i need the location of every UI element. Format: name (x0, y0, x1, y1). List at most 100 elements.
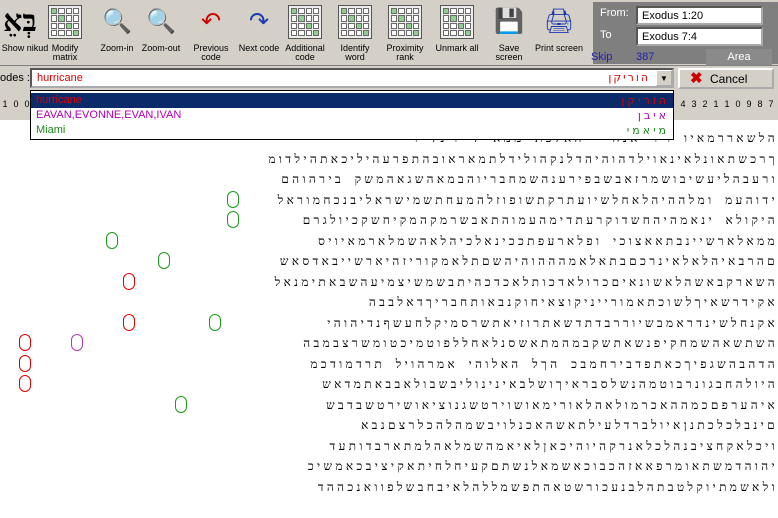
codes-label: odes : (0, 72, 30, 84)
matrix-row: הדהבהשגפיךכאתפדבירחמבכ הךל האלוהי אמרהוי… (310, 356, 778, 371)
letter-highlight (19, 354, 32, 372)
dropdown-item[interactable]: hurricane הוריקן (31, 93, 673, 108)
matrix-row: םינבלכלכתנןאיולברדלעילתאשהאכנלויבשמהלהכל… (361, 418, 778, 432)
letter-highlight (19, 375, 32, 392)
zoom-in-icon: 🔍 (102, 8, 132, 35)
to-input[interactable]: Exodus 7:4 (636, 27, 763, 46)
unmark-all-button[interactable]: Unmark all (432, 2, 482, 64)
codes-combobox[interactable]: hurricane הוריקן ▼ (30, 68, 674, 88)
matrix-row: אקנחלשינדראמבשיוררבדתדשאתרוזיאתשרסמיקלחע… (327, 315, 778, 330)
cancel-label: Cancel (710, 72, 748, 86)
dropdown-item[interactable]: Miami מיאמי (31, 123, 673, 138)
previous-code-button[interactable]: ↶ Previous code (186, 2, 236, 64)
letter-highlight (105, 231, 118, 249)
dropdown-item-label: hurricane (36, 94, 82, 106)
column-number: 9 (746, 99, 752, 109)
toolbar-label: Modify matrix (51, 43, 79, 62)
column-number: 1 (713, 99, 719, 109)
matrix-row: ורעבהליעשיבושמרזאבשבפירענהשמחבריוהבמאהשג… (281, 172, 778, 186)
toolbar-label: Save screen (495, 43, 523, 62)
dropdown-item-hebrew: מיאמי (626, 124, 669, 137)
column-number: 0 (735, 99, 741, 109)
matrix-row: היולהחבגונרבוטמהנשלסבראיךושלבאינינוליבשב… (322, 377, 778, 391)
skip-label: Skip (591, 51, 613, 63)
save-screen-icon: 💾 (494, 8, 524, 35)
next-code-button[interactable]: ↷ Next code (234, 2, 284, 64)
matrix-row: ךרכשתאונלאינאוילדהוהיהדלנקהולידלתמאראובה… (268, 151, 778, 166)
toolbar-label: Zoom-in (100, 43, 134, 53)
chevron-down-icon[interactable]: ▼ (656, 70, 672, 86)
matrix-row: יהוהדמשתאומרפאאזהכבוכאשמאלנשתםקעיחלחיתאק… (307, 459, 778, 473)
letter-highlight (226, 211, 239, 228)
zoom-out-button[interactable]: 🔍 Zoom-out (136, 2, 186, 64)
letter-highlight (226, 190, 239, 208)
toolbar-label: Identify word (340, 43, 370, 62)
skip-value: 387 (636, 51, 655, 63)
save-screen-button[interactable]: 💾 Save screen (484, 2, 534, 64)
column-number: 7 (768, 99, 774, 109)
from-label: From: (600, 7, 629, 19)
matrix-row: אקידרשאיךלשוכתאמורייניקוצאיחוקנבאותחבריך… (368, 295, 778, 309)
codes-hebrew: הוריקן (608, 71, 650, 84)
letter-highlight (19, 334, 32, 351)
to-label: To (600, 29, 612, 41)
area-button[interactable]: Area (706, 49, 772, 65)
dropdown-item-hebrew: הוריקן (621, 94, 669, 107)
print-screen-button[interactable]: 🖨 Print screen (534, 2, 584, 64)
from-input[interactable]: Exodus 1:20 (636, 6, 763, 25)
letter-highlight (174, 395, 187, 413)
matrix-row: םהרבאיהלאלאינרכםבתאלאמהההוהיהשםתלאמקוריז… (279, 254, 778, 268)
toolbar-label: Print screen (534, 43, 584, 53)
zoom-out-icon: 🔍 (146, 8, 176, 35)
letter-highlight (123, 272, 136, 290)
modify-matrix-icon (48, 5, 82, 39)
modify-matrix-button[interactable]: Modify matrix (40, 2, 90, 64)
matrix-row: השתשאהשמחקיפנשאתשקבמהמתאשסנלאחללפוטמיכטו… (303, 336, 778, 350)
cancel-button[interactable]: ✖ Cancel (678, 68, 774, 89)
next-code-icon: ↷ (248, 8, 270, 35)
column-number: 2 (702, 99, 708, 109)
codes-dropdown-list[interactable]: hurricane הוריקן EAVAN,EVONNE,EVAN,IVAN איב… (30, 90, 674, 140)
letter-matrix[interactable]: הלשאררמאיו ויר אנח יהאלכת ממא לייוינל וך… (0, 128, 778, 518)
column-number: 3 (691, 99, 697, 109)
column-numbers-right: 432110987 (674, 90, 778, 120)
dropdown-item-label: Miami (36, 124, 66, 136)
column-number: 1 (724, 99, 730, 109)
dropdown-item-label: EAVAN,EVONNE,EVAN,IVAN (36, 109, 182, 121)
column-number: 4 (680, 99, 686, 109)
matrix-row: ולאשמתיוקלטבתהלבנעכורשטאהתפשמללהלאיבחבשל… (317, 479, 778, 494)
previous-code-icon: ↶ (200, 8, 222, 35)
matrix-row: ויכלאקחציבנהלכלאנרקהיוהיכאןלאיאמהשמלאהלמ… (329, 438, 778, 453)
toolbar-label: Unmark all (435, 43, 479, 53)
codes-bar: odes : hurricane הוריקן ▼ ✖ Cancel (0, 66, 778, 90)
matrix-row: איהערפםכמההאכרמולאהלאורימאושוירטשגנוציאו… (326, 397, 778, 412)
toolbar: בְּאֵ Show nikud Modify matrix 🔍 Zoom-in 🔍 Zo… (0, 0, 778, 66)
toolbar-label: Zoom-out (141, 43, 181, 53)
toolbar-label: Previous code (193, 43, 229, 62)
toolbar-label: Proximity rank (386, 43, 424, 62)
toolbar-label: Next code (238, 43, 280, 53)
unmark-all-icon (440, 5, 474, 39)
matrix-row: ידוהעמ ומלההיהלאחלשיועתרקתשופוזלהמעחתשמי… (277, 192, 778, 207)
matrix-row: היקולא ינאמהיהחשדוקרעתדימהעמוהתאבשרמקהמק… (302, 213, 778, 227)
letter-highlight (123, 313, 136, 331)
additional-code-icon (288, 5, 322, 39)
letter-highlight (71, 334, 84, 351)
letter-highlight (157, 252, 170, 269)
letter-highlight (209, 313, 222, 331)
dropdown-item-hebrew: איבן (637, 109, 669, 122)
column-number: 8 (757, 99, 763, 109)
dropdown-item[interactable]: EAVAN,EVONNE,EVAN,IVAN איבן (31, 108, 673, 123)
column-numbers-left: 100 (0, 90, 30, 120)
zoom-in-button[interactable]: 🔍 Zoom-in (92, 2, 142, 64)
additional-code-button[interactable]: Additional code (280, 2, 330, 64)
matrix-row: השארקבאשהלאשונאיםכרולאדכותלאכדכהיתבשמשיצ… (274, 274, 778, 289)
column-number: 0 (13, 99, 19, 109)
proximity-rank-icon (388, 5, 422, 39)
proximity-rank-button[interactable]: Proximity rank (380, 2, 430, 64)
toolbar-label: Additional code (285, 43, 325, 62)
print-screen-icon: 🖨 (543, 8, 575, 35)
identify-word-icon (338, 5, 372, 39)
close-icon: ✖ (690, 70, 703, 87)
identify-word-button[interactable]: Identify word (330, 2, 380, 64)
